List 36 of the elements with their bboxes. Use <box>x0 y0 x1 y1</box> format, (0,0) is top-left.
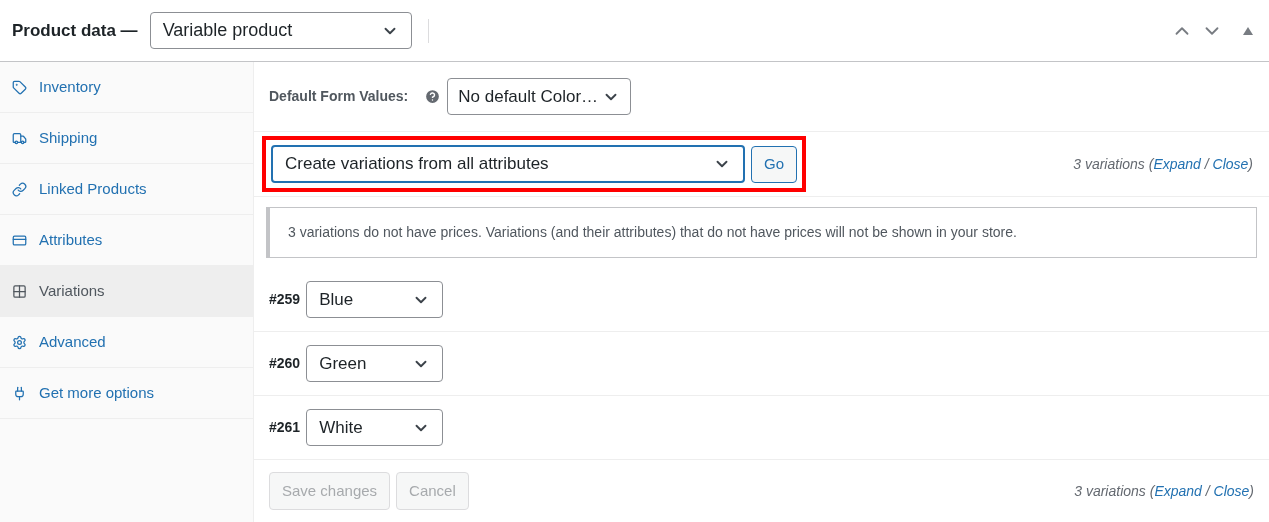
expand-link[interactable]: Expand <box>1153 153 1201 175</box>
panel-title: Product data — <box>12 19 138 42</box>
card-icon <box>12 232 27 248</box>
sidebar-tab[interactable]: Inventory <box>0 62 253 113</box>
sidebar-tab[interactable]: Advanced <box>0 317 253 368</box>
expand-link[interactable]: Expand <box>1154 480 1202 502</box>
sidebar-tab[interactable]: Shipping <box>0 113 253 164</box>
variation-select[interactable]: Green <box>306 345 444 382</box>
sidebar-tab[interactable]: Get more options <box>0 368 253 419</box>
variation-select[interactable]: Blue <box>306 281 444 318</box>
product-type-select[interactable]: Variable product <box>149 12 412 49</box>
variation-count: 3 variations ( <box>1073 154 1154 174</box>
truck-icon <box>12 130 27 146</box>
closing-paren: ) <box>1249 481 1254 501</box>
bulk-action-select[interactable]: Create variations from all attributes <box>271 145 745 183</box>
grid-icon <box>12 283 27 299</box>
closing-paren: ) <box>1248 154 1253 174</box>
help-icon[interactable] <box>424 88 442 105</box>
sidebar-tab[interactable]: Linked Products <box>0 164 253 215</box>
separator: / <box>1203 154 1211 174</box>
field-label: Default Form Values: <box>269 87 409 106</box>
variation-id: #261 <box>269 418 301 437</box>
link-icon <box>12 181 27 197</box>
tag-icon <box>12 79 27 95</box>
settings-icon <box>12 334 27 350</box>
collapse-icon[interactable] <box>1243 26 1253 35</box>
default-color-select[interactable]: No default Color… <box>447 78 632 115</box>
notice-text: 3 variations do not have prices. Variations (and their attributes) that do not have prices will not be shown in your store. <box>288 223 1017 242</box>
plug-icon <box>12 385 27 401</box>
variation-count: 3 variations ( <box>1074 481 1155 501</box>
variation-id: #260 <box>269 354 301 373</box>
sidebar-tab[interactable]: Variations <box>0 266 253 317</box>
go-button[interactable]: Go <box>751 145 797 183</box>
variation-id: #259 <box>269 290 301 309</box>
variation-select[interactable]: White <box>306 409 444 446</box>
separator: / <box>1204 481 1212 501</box>
